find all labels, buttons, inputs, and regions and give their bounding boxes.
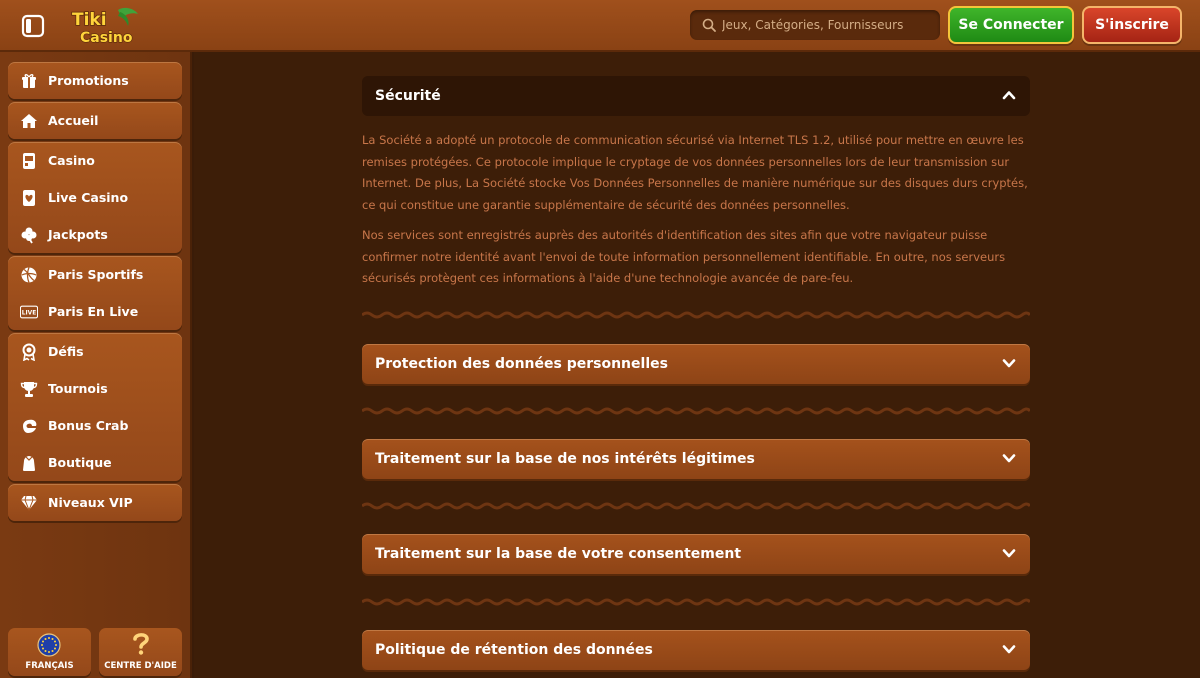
- language-button[interactable]: FRANÇAIS: [8, 628, 91, 676]
- help-center-label: CENTRE D'AIDE: [104, 661, 177, 671]
- svg-text:Tiki: Tiki: [72, 10, 107, 30]
- sidebar-item-paris-sportifs[interactable]: Paris Sportifs: [8, 256, 182, 293]
- securite-paragraph-2: Nos services sont enregistrés auprès des…: [362, 228, 1006, 285]
- ball-icon: [20, 266, 38, 284]
- sidebar-item-label: Promotions: [48, 73, 129, 88]
- accordion-header-interets-legitimes[interactable]: Traitement sur la base de nos intérêts l…: [362, 439, 1030, 479]
- search-input[interactable]: [722, 18, 922, 32]
- accordion-header-securite[interactable]: Sécurité: [362, 76, 1030, 116]
- chevron-down-icon: [1002, 549, 1016, 558]
- search-bar[interactable]: [690, 10, 940, 40]
- sidebar-item-label: Paris En Live: [48, 304, 139, 319]
- sidebar-item-label: Boutique: [48, 455, 112, 470]
- accordion-title: Protection des données personnelles: [375, 356, 668, 372]
- sidebar-item-label: Casino: [48, 153, 95, 168]
- trophy-icon: [20, 380, 38, 398]
- sidebar-group-vip: Niveaux VIP: [8, 484, 182, 521]
- sidebar-item-label: Accueil: [48, 113, 99, 128]
- sidebar-group-sports: Paris Sportifs LIVE Paris En Live: [8, 256, 182, 330]
- sidebar-item-label: Niveaux VIP: [48, 495, 133, 510]
- top-header: Tiki Casino Se Connecter S'inscrire: [0, 0, 1200, 52]
- accordion-header-protection[interactable]: Protection des données personnelles: [362, 344, 1030, 384]
- help-center-button[interactable]: CENTRE D'AIDE: [99, 628, 182, 676]
- login-button[interactable]: Se Connecter: [948, 6, 1074, 44]
- medal-icon: [20, 343, 38, 361]
- crab-icon: [20, 417, 38, 435]
- svg-text:LIVE: LIVE: [22, 310, 36, 316]
- question-mark-icon: [133, 633, 149, 655]
- sidebar-item-jackpots[interactable]: Jackpots: [8, 216, 182, 253]
- wave-divider: [362, 502, 1030, 510]
- sidebar-item-live-casino[interactable]: Live Casino: [8, 179, 182, 216]
- accordion-body-securite: La Société a adopté un protocole de comm…: [362, 130, 1034, 299]
- search-icon: [702, 18, 716, 32]
- svg-text:Casino: Casino: [80, 30, 133, 46]
- chevron-down-icon: [1002, 454, 1016, 463]
- sidebar-item-niveaux-vip[interactable]: Niveaux VIP: [8, 484, 182, 521]
- sidebar-item-paris-en-live[interactable]: LIVE Paris En Live: [8, 293, 182, 330]
- diamond-icon: [20, 494, 38, 512]
- accordion-title: Traitement sur la base de nos intérêts l…: [375, 451, 755, 467]
- eu-flag-icon: [37, 633, 61, 657]
- chevron-down-icon: [1002, 359, 1016, 368]
- securite-paragraph-1: La Société a adopté un protocole de comm…: [362, 133, 1028, 212]
- sidebar-group-home: Accueil: [8, 102, 182, 139]
- sidebar-item-bonus-crab[interactable]: Bonus Crab: [8, 407, 182, 444]
- accordion-title: Sécurité: [375, 88, 441, 104]
- accordion-title: Traitement sur la base de votre consente…: [375, 546, 742, 562]
- sidebar-item-label: Paris Sportifs: [48, 267, 144, 282]
- language-label: FRANÇAIS: [25, 661, 74, 671]
- wave-divider: [362, 311, 1030, 319]
- sidebar-item-label: Défis: [48, 344, 84, 359]
- sidebar-item-accueil[interactable]: Accueil: [8, 102, 182, 139]
- sidebar-toggle-button[interactable]: [20, 13, 46, 39]
- accordion-title: Politique de rétention des données: [375, 642, 653, 658]
- live-icon: LIVE: [20, 303, 38, 321]
- sidebar-group-casino: Casino Live Casino Jackpots: [8, 142, 182, 253]
- card-heart-icon: [20, 189, 38, 207]
- accordion-header-consentement[interactable]: Traitement sur la base de votre consente…: [362, 534, 1030, 574]
- sidebar-item-defis[interactable]: Défis: [8, 333, 182, 370]
- sidebar-item-label: Live Casino: [48, 190, 129, 205]
- tiki-casino-logo[interactable]: Tiki Casino: [68, 6, 142, 47]
- chevron-down-icon: [1002, 645, 1016, 654]
- sidebar-group-promotions: Promotions: [8, 62, 182, 99]
- accordion-header-retention[interactable]: Politique de rétention des données: [362, 630, 1030, 670]
- sidebar: Promotions Accueil Casino Live Casino Ja…: [0, 52, 192, 678]
- sidebar-item-promotions[interactable]: Promotions: [8, 62, 182, 99]
- sidebar-toggle-icon: [21, 14, 45, 38]
- slot-machine-icon: [20, 152, 38, 170]
- bag-icon: [20, 454, 38, 472]
- wave-divider: [362, 598, 1030, 606]
- sidebar-item-boutique[interactable]: Boutique: [8, 444, 182, 481]
- gift-icon: [20, 72, 38, 90]
- home-icon: [20, 112, 38, 130]
- sidebar-item-label: Bonus Crab: [48, 418, 129, 433]
- signup-button[interactable]: S'inscrire: [1082, 6, 1182, 44]
- sidebar-item-label: Jackpots: [48, 227, 108, 242]
- sidebar-group-rewards: Défis Tournois Bonus Crab Boutique: [8, 333, 182, 481]
- wave-divider: [362, 407, 1030, 415]
- sidebar-item-label: Tournois: [48, 381, 108, 396]
- sidebar-item-tournois[interactable]: Tournois: [8, 370, 182, 407]
- sidebar-item-casino[interactable]: Casino: [8, 142, 182, 179]
- chevron-up-icon: [1002, 91, 1016, 100]
- clover-icon: [20, 226, 38, 244]
- main-content: Sécurité La Société a adopté un protocol…: [194, 52, 1200, 678]
